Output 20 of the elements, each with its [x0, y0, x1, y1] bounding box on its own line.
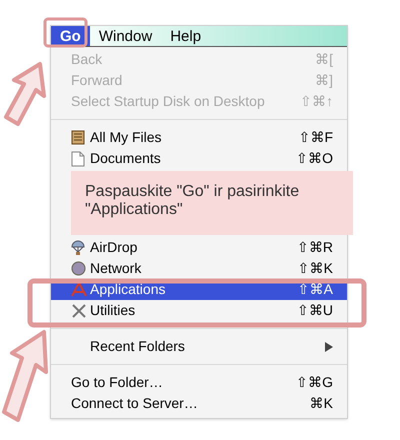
submenu-arrow-icon [325, 342, 333, 352]
tools-icon [71, 303, 87, 318]
menu-item[interactable]: Connect to Server… ⌘K [51, 393, 347, 414]
drawer-icon [71, 130, 85, 145]
highlight-frame [44, 18, 88, 48]
menu-item[interactable]: AirDrop ⇧⌘R [51, 237, 347, 258]
globe-icon [71, 261, 86, 276]
menu-item[interactable]: Go to Folder… ⇧⌘G [51, 372, 347, 393]
menu-item[interactable]: All My Files ⇧⌘F [51, 127, 347, 148]
callout-note: Paspauskite "Go" ir pasirinkite "Applications" [71, 171, 353, 235]
compass-icon [71, 282, 87, 297]
menu-title[interactable]: Help [161, 26, 210, 46]
menu-item[interactable]: Recent Folders [51, 336, 347, 357]
menu-item[interactable]: Documents ⇧⌘O [51, 148, 347, 169]
menu-title[interactable]: Window [90, 26, 162, 46]
pointer-arrow [4, 62, 46, 126]
parachute-icon [71, 240, 85, 256]
menu-item[interactable]: Network ⇧⌘K [51, 258, 347, 279]
document-icon [71, 150, 85, 166]
menu-item[interactable]: Utilities ⇧⌘U [51, 300, 347, 321]
